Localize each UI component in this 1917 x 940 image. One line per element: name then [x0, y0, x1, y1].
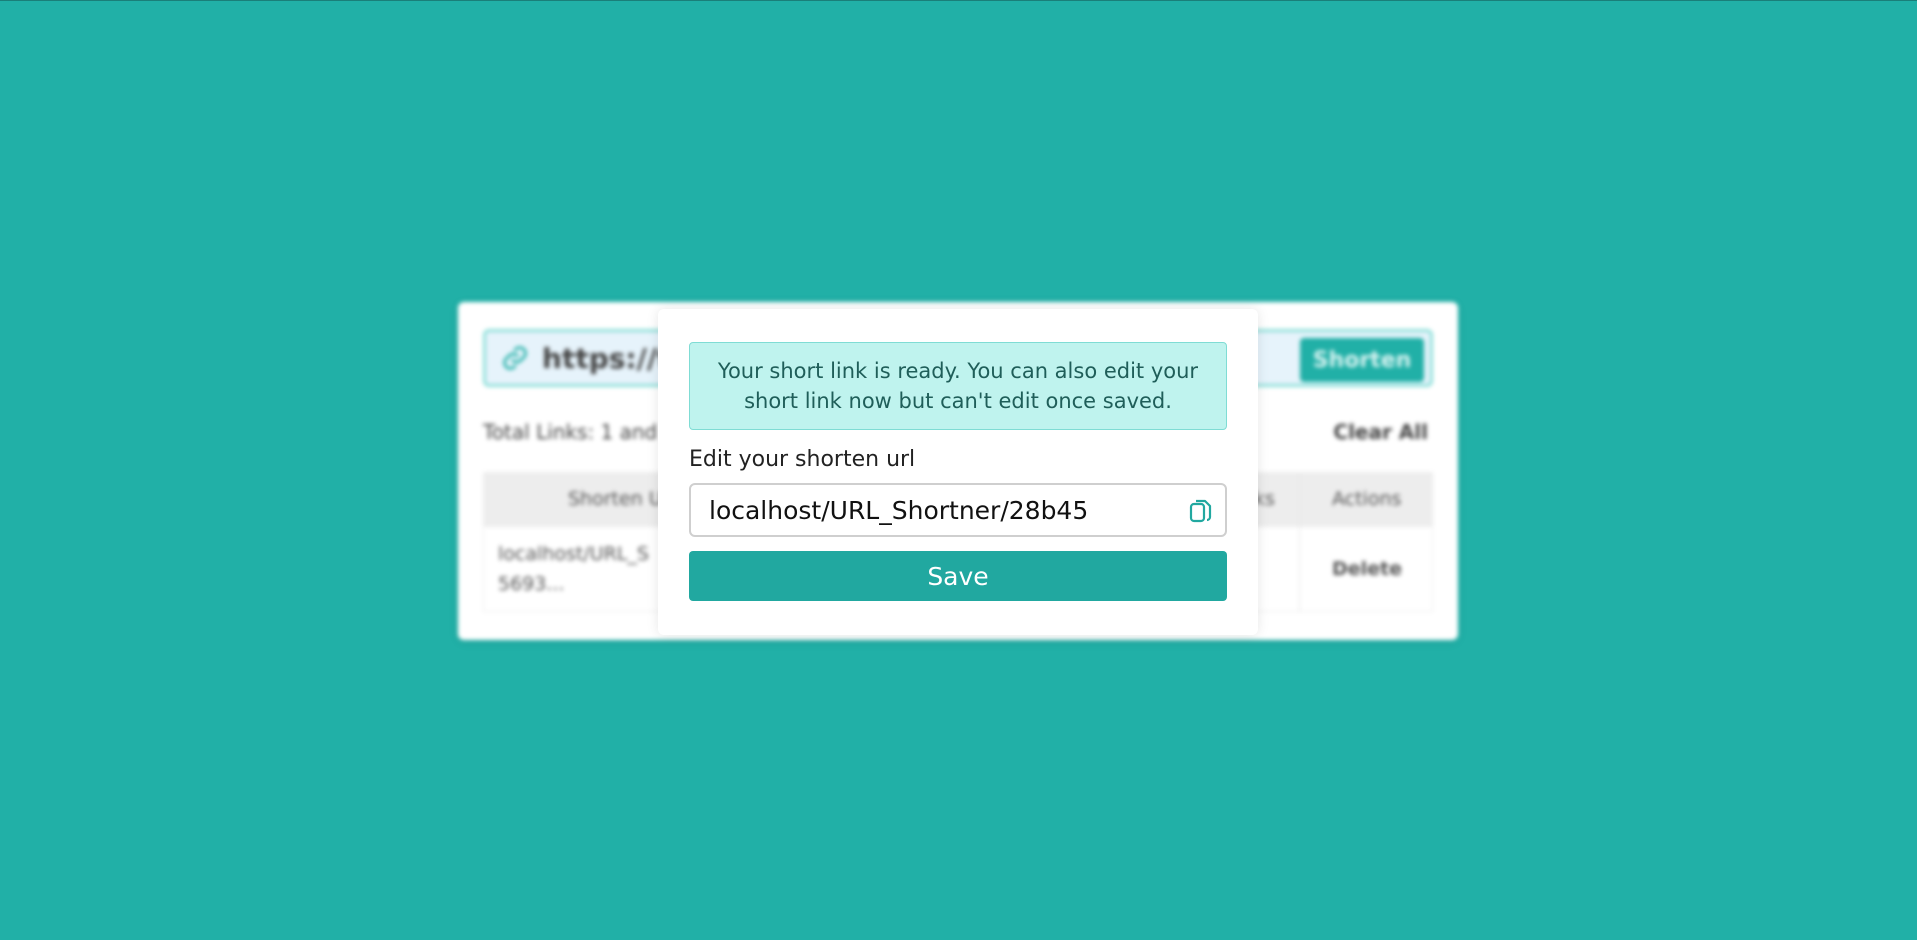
- save-button[interactable]: Save: [689, 551, 1227, 601]
- column-divider: [1299, 473, 1300, 611]
- copy-icon[interactable]: [1189, 498, 1213, 524]
- header-actions: Actions: [1332, 488, 1402, 510]
- link-icon: [503, 346, 527, 370]
- clear-all-button[interactable]: Clear All: [1333, 420, 1428, 444]
- total-links-text: Total Links: 1 and: [483, 420, 658, 444]
- alert-message: Your short link is ready. You can also e…: [717, 359, 1199, 413]
- short-url-cell-line2: 5693...: [498, 573, 565, 595]
- short-url-input[interactable]: [709, 493, 1169, 527]
- delete-button[interactable]: Delete: [1332, 558, 1402, 580]
- header-shorten-url: Shorten U: [568, 488, 663, 510]
- short-url-cell-line1: localhost/URL_S: [498, 543, 649, 565]
- short-link-modal: Your short link is ready. You can also e…: [658, 309, 1258, 635]
- short-url-field: [689, 483, 1227, 537]
- top-border-line: [0, 0, 1917, 1]
- edit-url-label: Edit your shorten url: [689, 447, 916, 472]
- shorten-button[interactable]: Shorten: [1300, 338, 1424, 382]
- ready-alert: Your short link is ready. You can also e…: [689, 342, 1227, 430]
